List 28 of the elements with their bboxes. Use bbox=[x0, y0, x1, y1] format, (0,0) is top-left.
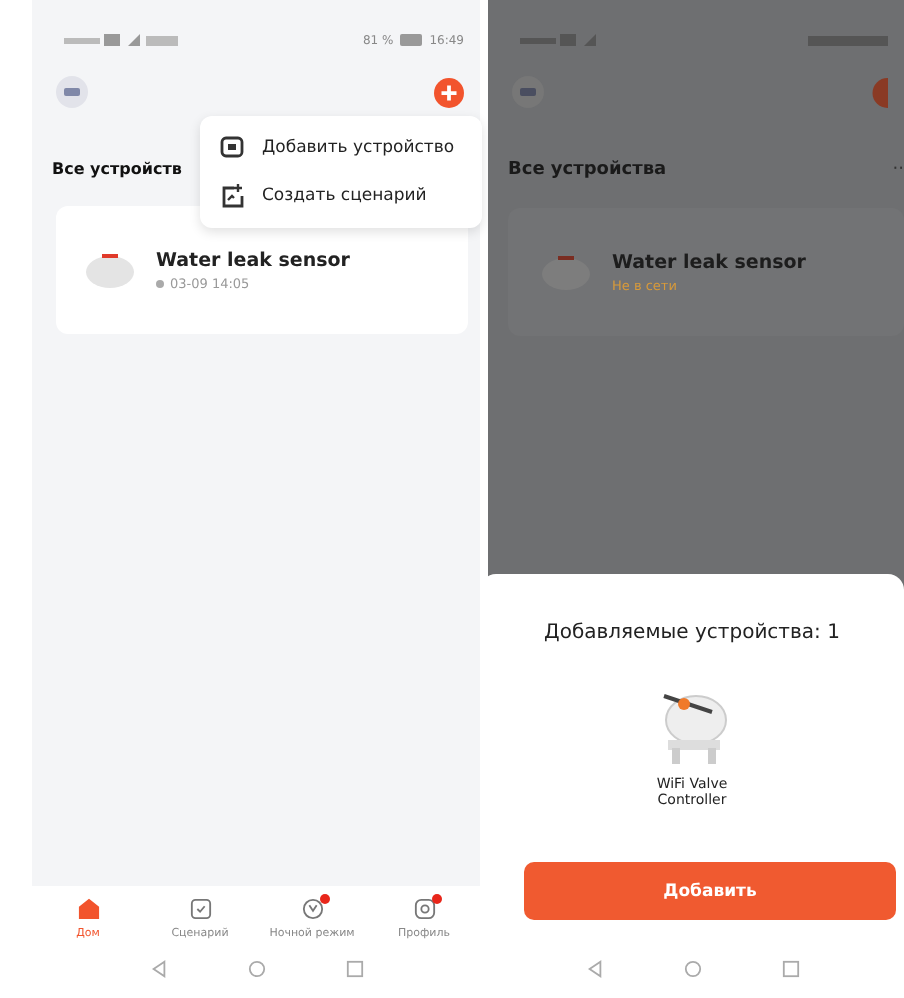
battery-icon bbox=[399, 34, 424, 46]
signal-icons bbox=[64, 33, 184, 47]
signal-icons bbox=[520, 33, 600, 47]
status-dot-icon bbox=[156, 279, 164, 287]
home-icon bbox=[77, 898, 99, 920]
checkbox-square-icon bbox=[189, 898, 211, 920]
home-circle-icon[interactable] bbox=[683, 960, 701, 978]
home-avatar-icon[interactable] bbox=[512, 76, 544, 108]
recents-icon[interactable] bbox=[345, 960, 363, 978]
profile-icon bbox=[413, 898, 435, 920]
home-circle-icon[interactable] bbox=[247, 960, 265, 978]
sheet-title: Добавляемые устройства: 1 bbox=[544, 621, 840, 643]
back-icon[interactable] bbox=[149, 960, 167, 978]
scene-add-icon bbox=[220, 184, 244, 208]
section-title: Все устройства bbox=[508, 160, 667, 180]
sensor-icon bbox=[540, 252, 592, 292]
add-button[interactable]: Добавить bbox=[524, 862, 896, 920]
device-frame-icon bbox=[220, 136, 244, 160]
back-icon[interactable] bbox=[585, 960, 603, 978]
home-avatar-icon[interactable] bbox=[56, 76, 88, 108]
device-name: Water leak sensor bbox=[612, 251, 806, 273]
more-menu[interactable]: ·· bbox=[892, 160, 904, 180]
sensor-icon bbox=[84, 250, 136, 290]
battery-icon bbox=[808, 33, 888, 47]
device-name: Water leak sensor bbox=[156, 249, 350, 271]
recents-icon[interactable] bbox=[781, 960, 799, 978]
section-title: Все устройств bbox=[50, 160, 184, 178]
menu-item[interactable]: Добавить устройство bbox=[200, 124, 482, 172]
